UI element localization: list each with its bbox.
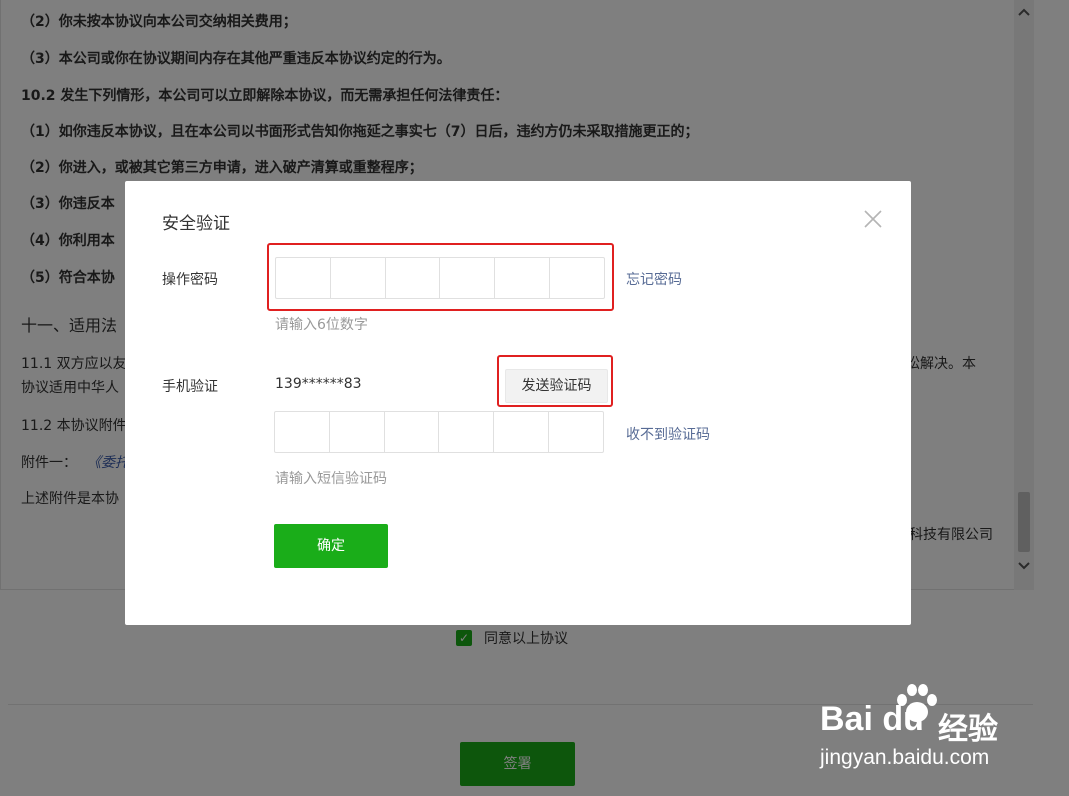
sms-hint: 请输入短信验证码 [275, 471, 387, 487]
baidu-jingyan-watermark: Bai du 经验 jingyan.baidu.com [818, 680, 1018, 780]
watermark-logo-text: Bai du [820, 700, 924, 738]
confirm-button[interactable]: 确定 [274, 524, 388, 568]
password-highlight-box [267, 243, 614, 311]
sms-digit-cell[interactable] [494, 412, 550, 452]
dialog-title: 安全验证 [162, 214, 230, 234]
sms-digit-cell[interactable] [549, 412, 603, 452]
watermark-url: jingyan.baidu.com [820, 746, 990, 769]
no-code-link[interactable]: 收不到验证码 [626, 424, 710, 444]
password-label: 操作密码 [162, 272, 218, 288]
phone-label: 手机验证 [162, 379, 218, 395]
security-verification-dialog: 安全验证 操作密码 忘记密码 请输入6位数字 手机验证 139******83 … [125, 181, 911, 625]
sms-digit-cell[interactable] [385, 412, 440, 452]
watermark-logo-cn: 经验 [938, 712, 998, 747]
sms-digit-cell[interactable] [275, 412, 330, 452]
close-icon[interactable] [863, 209, 883, 229]
masked-phone-number: 139******83 [275, 376, 362, 392]
sms-digit-cell[interactable] [439, 412, 495, 452]
send-code-highlight-box [497, 355, 613, 407]
password-hint: 请输入6位数字 [275, 317, 368, 333]
sms-digit-cell[interactable] [330, 412, 385, 452]
forgot-password-link[interactable]: 忘记密码 [626, 269, 682, 289]
sms-code-input[interactable] [274, 411, 604, 453]
